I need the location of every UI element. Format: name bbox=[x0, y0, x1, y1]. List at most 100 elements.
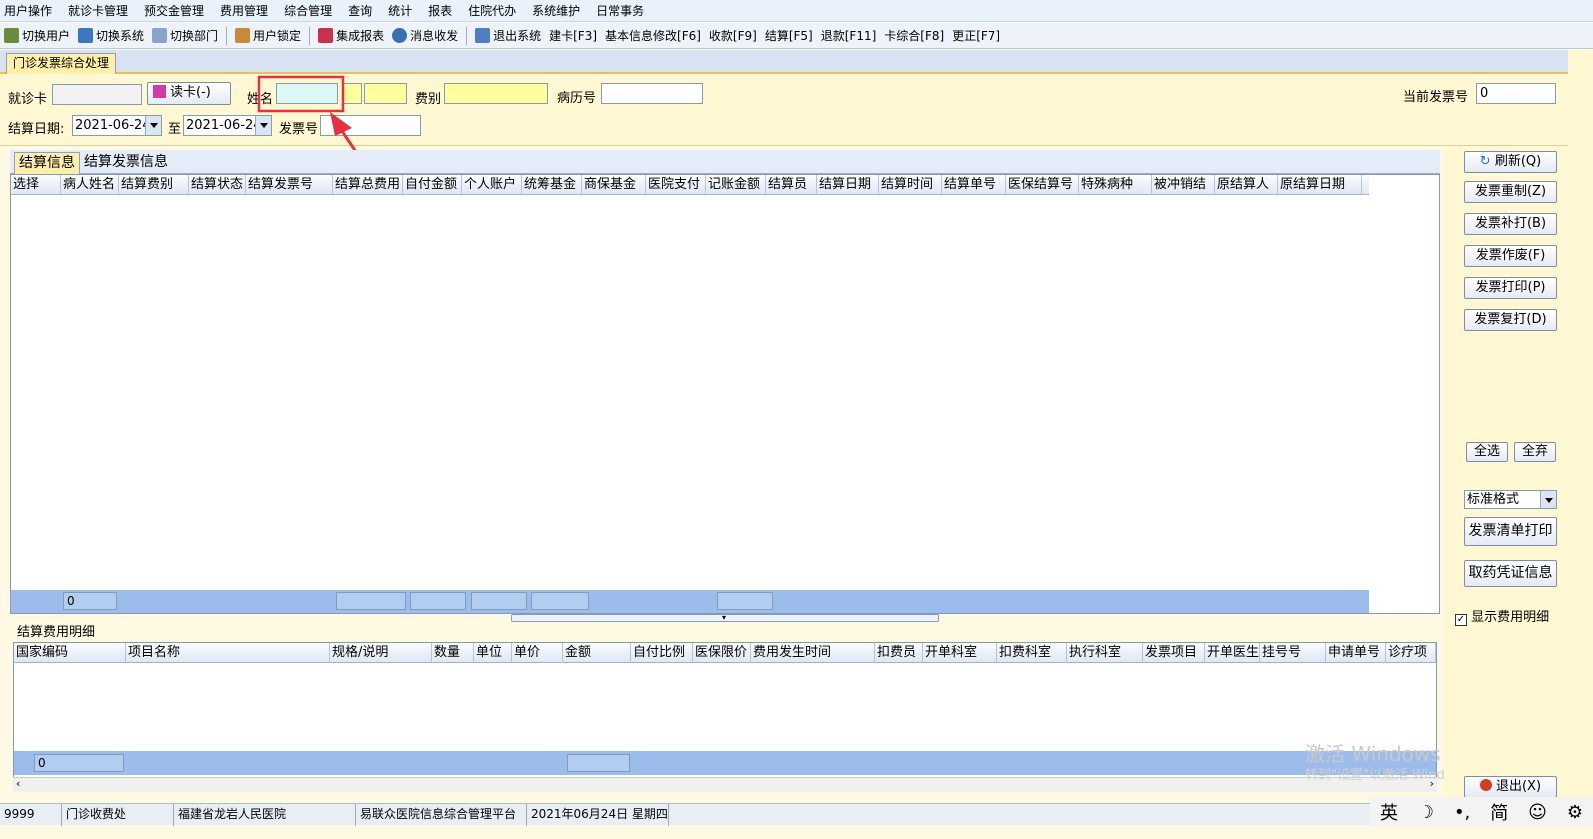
menu-reports[interactable]: 报表 bbox=[428, 2, 452, 19]
card-combined-button[interactable]: 卡综合[F8] bbox=[884, 27, 944, 44]
invoice-no-input[interactable] bbox=[320, 115, 421, 136]
card-input[interactable] bbox=[52, 84, 142, 105]
build-card-button[interactable]: 建卡[F3] bbox=[549, 27, 597, 44]
ime-simplified-toggle[interactable]: 简 bbox=[1490, 799, 1508, 825]
gender-field[interactable] bbox=[364, 83, 407, 104]
fee-type-input[interactable] bbox=[444, 83, 548, 104]
column-header[interactable]: 结算时间 bbox=[879, 175, 942, 195]
column-header[interactable]: 医保限价 bbox=[693, 643, 751, 663]
show-detail-checkbox[interactable]: ✓ 显示费用明细 bbox=[1455, 606, 1549, 626]
format-select[interactable]: 标准格式 bbox=[1464, 490, 1557, 509]
column-header[interactable]: 自付金额 bbox=[403, 175, 462, 195]
column-header[interactable]: 结算总费用 bbox=[333, 175, 403, 195]
column-header[interactable]: 申请单号 bbox=[1326, 643, 1386, 663]
tab-settlement-info[interactable]: 结算信息 bbox=[14, 152, 80, 174]
column-header[interactable]: 规格/说明 bbox=[330, 643, 432, 663]
column-header[interactable]: 发票项目 bbox=[1143, 643, 1205, 663]
column-header[interactable]: 诊疗项 bbox=[1386, 643, 1436, 663]
void-invoice-button[interactable]: 发票作废(F) bbox=[1464, 245, 1557, 267]
column-header[interactable]: 商保基金 bbox=[582, 175, 646, 195]
switch-user-button[interactable]: 切换用户 bbox=[4, 27, 70, 44]
name-input[interactable] bbox=[276, 83, 338, 104]
pickup-info-button[interactable]: 取药凭证信息 bbox=[1464, 560, 1557, 587]
basic-info-button[interactable]: 基本信息修改[F6] bbox=[605, 27, 701, 44]
menu-general-mgmt[interactable]: 综合管理 bbox=[284, 2, 332, 19]
column-header[interactable]: 结算状态 bbox=[189, 175, 246, 195]
column-header[interactable]: 结算员 bbox=[766, 175, 817, 195]
column-header[interactable]: 挂号号 bbox=[1260, 643, 1326, 663]
horizontal-scrollbar[interactable]: ‹ › bbox=[13, 777, 1437, 792]
tab-settlement-invoice-info[interactable]: 结算发票信息 bbox=[80, 152, 172, 174]
column-header[interactable]: 执行科室 bbox=[1067, 643, 1143, 663]
print-invoice-button[interactable]: 发票打印(P) bbox=[1464, 277, 1557, 299]
column-header[interactable]: 医保结算号 bbox=[1006, 175, 1079, 195]
punctuation-icon[interactable]: •, bbox=[1454, 802, 1470, 823]
date-from-select[interactable]: 2021-06-24 bbox=[72, 115, 162, 136]
record-no-input[interactable] bbox=[601, 83, 703, 104]
menu-inpatient[interactable]: 住院代办 bbox=[468, 2, 516, 19]
menu-stats[interactable]: 统计 bbox=[388, 2, 412, 19]
menu-card-mgmt[interactable]: 就诊卡管理 bbox=[68, 2, 128, 19]
column-header[interactable]: 单位 bbox=[474, 643, 512, 663]
correct-button[interactable]: 更正[F7] bbox=[952, 27, 1000, 44]
column-header[interactable]: 病人姓名 bbox=[61, 175, 119, 195]
column-header[interactable]: 医院支付 bbox=[646, 175, 706, 195]
column-header[interactable]: 金额 bbox=[563, 643, 631, 663]
exit-system-button[interactable]: 退出系统 bbox=[475, 27, 541, 44]
column-header[interactable]: 项目名称 bbox=[126, 643, 330, 663]
column-header[interactable]: 数量 bbox=[432, 643, 474, 663]
column-header[interactable]: 开单科室 bbox=[923, 643, 997, 663]
menu-sys-maint[interactable]: 系统维护 bbox=[532, 2, 580, 19]
menu-user-ops[interactable]: 用户操作 bbox=[4, 2, 52, 19]
column-header[interactable]: 选择 bbox=[11, 175, 61, 195]
column-header[interactable]: 结算发票号 bbox=[246, 175, 333, 195]
smile-icon[interactable]: ☺ bbox=[1528, 802, 1547, 823]
column-header[interactable]: 费用发生时间 bbox=[751, 643, 875, 663]
column-header[interactable]: 扣费员 bbox=[875, 643, 923, 663]
select-all-button[interactable]: 全选 bbox=[1466, 442, 1508, 462]
date-to-select[interactable]: 2021-06-24 bbox=[183, 115, 272, 136]
exit-button[interactable]: 退出(X) bbox=[1464, 776, 1557, 798]
column-header[interactable]: 个人账户 bbox=[462, 175, 522, 195]
column-header[interactable]: 国家编码 bbox=[14, 643, 126, 663]
menu-daily[interactable]: 日常事务 bbox=[596, 2, 644, 19]
integrated-report-button[interactable]: 集成报表 bbox=[318, 27, 384, 44]
menu-fee-mgmt[interactable]: 费用管理 bbox=[220, 2, 268, 19]
invoice-list-print-button[interactable]: 发票清单打印 bbox=[1464, 517, 1557, 546]
collect-button[interactable]: 收款[F9] bbox=[709, 27, 757, 44]
column-header[interactable]: 结算单号 bbox=[942, 175, 1006, 195]
column-header[interactable]: 单价 bbox=[512, 643, 563, 663]
menu-prepay-mgmt[interactable]: 预交金管理 bbox=[144, 2, 204, 19]
menu-query[interactable]: 查询 bbox=[348, 2, 372, 19]
reprint-invoice-button[interactable]: 发票复打(D) bbox=[1464, 309, 1557, 331]
column-header[interactable]: 特殊病种 bbox=[1079, 175, 1152, 195]
ime-language-toggle[interactable]: 英 bbox=[1380, 799, 1398, 825]
refund-button[interactable]: 退款[F11] bbox=[821, 27, 877, 44]
read-card-button[interactable]: 读卡(-) bbox=[147, 82, 231, 105]
gear-icon[interactable]: ⚙ bbox=[1567, 802, 1583, 823]
column-header[interactable]: 原结算日期 bbox=[1278, 175, 1362, 195]
settle-button[interactable]: 结算[F5] bbox=[765, 27, 813, 44]
switch-system-button[interactable]: 切换系统 bbox=[78, 27, 144, 44]
message-button[interactable]: 消息收发 bbox=[392, 27, 458, 44]
deselect-all-button[interactable]: 全弃 bbox=[1514, 442, 1556, 462]
refresh-button[interactable]: ↻ 刷新(Q) bbox=[1464, 151, 1557, 173]
tab-outpatient-invoice[interactable]: 门诊发票综合处理 bbox=[6, 53, 117, 74]
column-header[interactable]: 记账金额 bbox=[706, 175, 766, 195]
switch-dept-button[interactable]: 切换部门 bbox=[152, 27, 218, 44]
column-header[interactable]: 扣费科室 bbox=[997, 643, 1067, 663]
chevron-left-icon[interactable]: ‹ bbox=[16, 777, 20, 790]
reset-invoice-button[interactable]: 发票重制(Z) bbox=[1464, 181, 1557, 203]
moon-icon[interactable]: ☽ bbox=[1418, 802, 1434, 823]
column-header[interactable]: 开单医生 bbox=[1205, 643, 1260, 663]
supplement-invoice-button[interactable]: 发票补打(B) bbox=[1464, 213, 1557, 235]
column-header[interactable]: 自付比例 bbox=[631, 643, 693, 663]
column-header[interactable]: 原结算人 bbox=[1215, 175, 1278, 195]
user-lock-button[interactable]: 用户锁定 bbox=[235, 27, 301, 44]
column-header[interactable]: 统筹基金 bbox=[522, 175, 582, 195]
name-extra-field[interactable] bbox=[342, 83, 362, 104]
column-header[interactable]: 结算费别 bbox=[119, 175, 189, 195]
column-header[interactable]: 被冲销结 bbox=[1152, 175, 1215, 195]
current-invoice-input[interactable] bbox=[1476, 83, 1556, 104]
column-header[interactable]: 结算日期 bbox=[817, 175, 879, 195]
